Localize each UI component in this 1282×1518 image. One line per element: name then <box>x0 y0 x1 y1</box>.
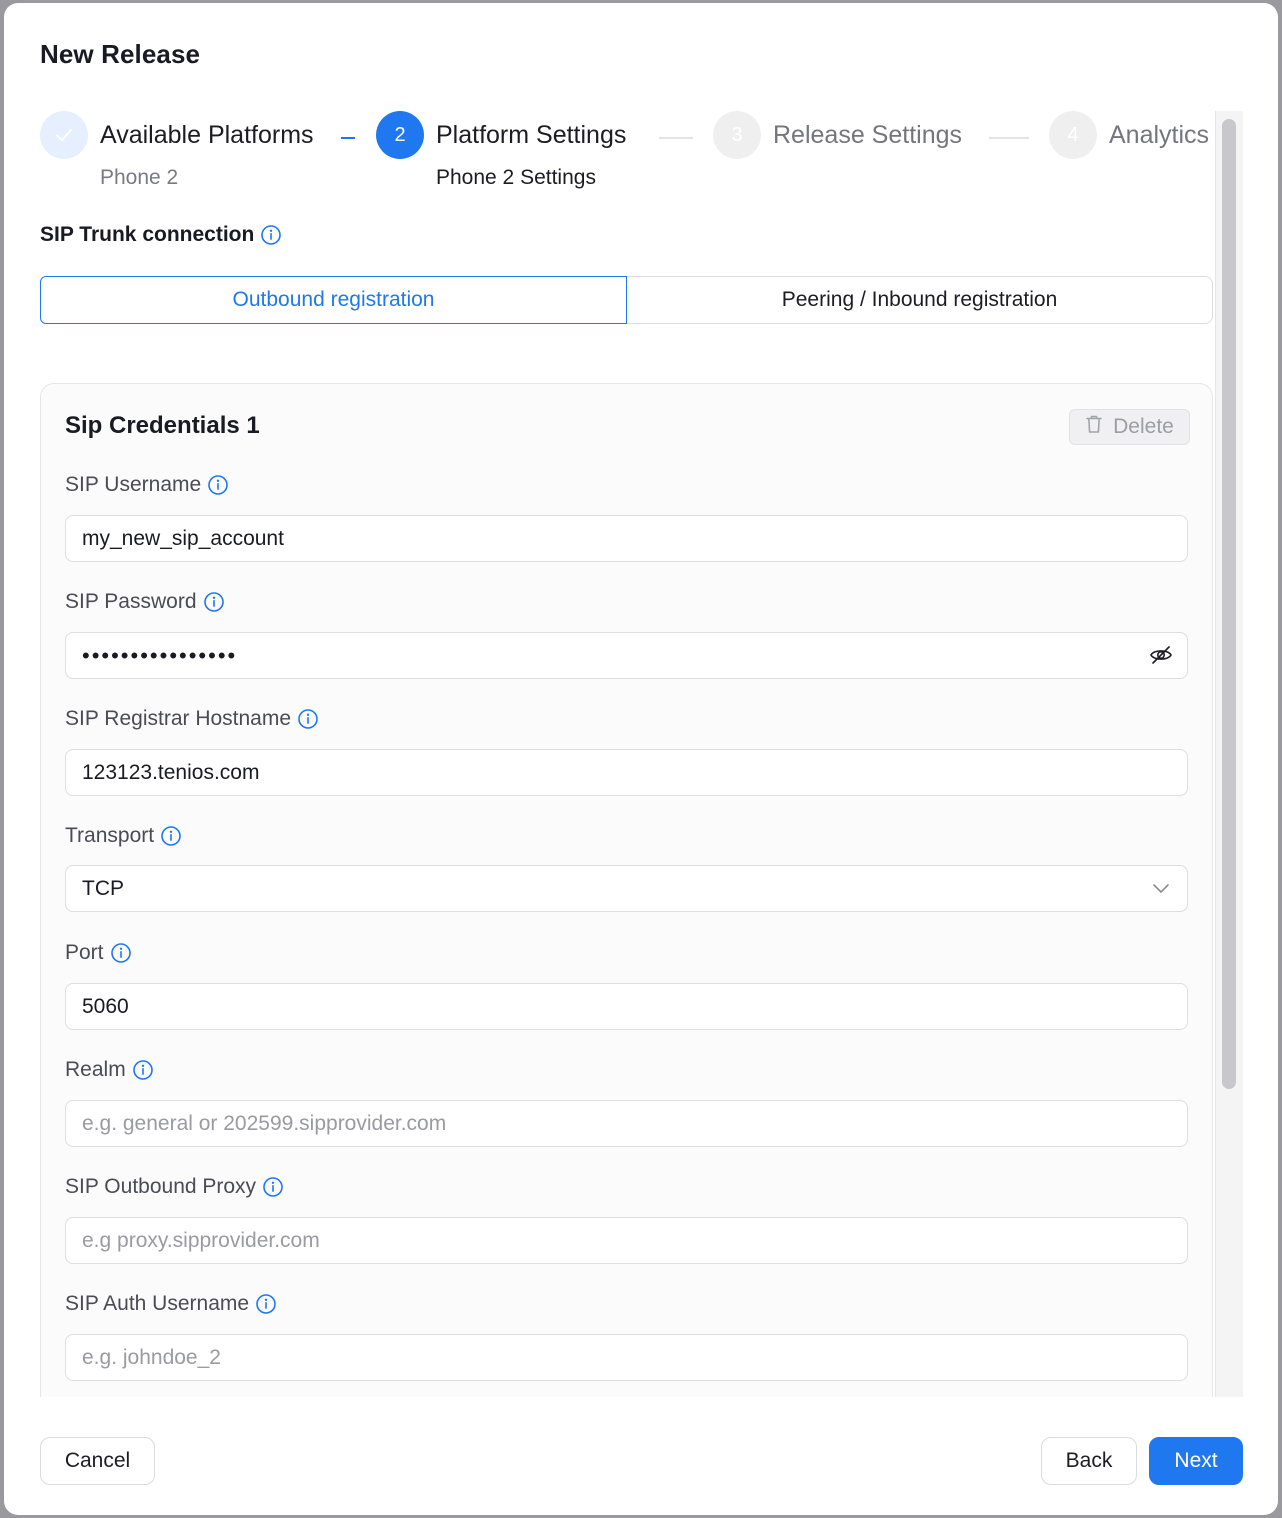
step-connector <box>659 137 693 139</box>
credentials-title: Sip Credentials 1 <box>65 412 260 439</box>
step-connector <box>989 137 1029 139</box>
sip-password-field: •••••••••••••••• <box>65 632 1188 679</box>
sip-trunk-heading: SIP Trunk connection <box>40 223 282 247</box>
step-connector <box>341 137 355 139</box>
info-icon[interactable] <box>110 942 132 964</box>
info-icon[interactable] <box>203 591 225 613</box>
scrollbar-thumb[interactable] <box>1222 119 1236 1089</box>
sip-password-input[interactable]: •••••••••••••••• <box>65 632 1188 679</box>
transport-label: Transport <box>65 824 182 848</box>
outbound-registration-option[interactable]: Outbound registration <box>40 276 627 324</box>
sip-password-label: SIP Password <box>65 590 225 614</box>
outbound-proxy-label: SIP Outbound Proxy <box>65 1175 284 1199</box>
label-text: SIP Outbound Proxy <box>65 1175 257 1198</box>
release-stepper: Available Platforms Phone 2 2 Platform S… <box>40 111 1220 201</box>
realm-label: Realm <box>65 1058 154 1082</box>
next-button[interactable]: Next <box>1149 1437 1243 1485</box>
auth-username-label: SIP Auth Username <box>65 1292 277 1316</box>
label-text: SIP Password <box>65 590 197 613</box>
info-icon[interactable] <box>260 224 282 246</box>
outbound-proxy-input[interactable] <box>65 1217 1188 1264</box>
label-text: SIP Auth Username <box>65 1292 250 1315</box>
chevron-down-icon <box>1148 875 1174 901</box>
label-text: SIP Registrar Hostname <box>65 707 292 730</box>
peering-inbound-option[interactable]: Peering / Inbound registration <box>627 276 1213 324</box>
sip-username-label: SIP Username <box>65 473 229 497</box>
sip-username-input[interactable] <box>65 515 1188 562</box>
step-number: 3 <box>713 111 761 159</box>
realm-input[interactable] <box>65 1100 1188 1147</box>
step-number: 2 <box>376 111 424 159</box>
step-sublabel: Phone 2 Settings <box>436 166 596 189</box>
eye-off-icon[interactable] <box>1148 642 1174 668</box>
info-icon[interactable] <box>132 1059 154 1081</box>
sip-credentials-card: Sip Credentials 1 Delete SIP Username SI… <box>40 383 1213 1397</box>
port-input[interactable] <box>65 983 1188 1030</box>
label-text: SIP Username <box>65 473 202 496</box>
info-icon[interactable] <box>160 825 182 847</box>
step-label: Analytics <box>1109 121 1210 149</box>
port-label: Port <box>65 941 132 965</box>
info-icon[interactable] <box>297 708 319 730</box>
step-number: 4 <box>1049 111 1097 159</box>
sip-trunk-type-toggle: Outbound registration Peering / Inbound … <box>40 276 1213 324</box>
cancel-button[interactable]: Cancel <box>40 1437 155 1485</box>
info-icon[interactable] <box>262 1176 284 1198</box>
auth-username-input[interactable] <box>65 1334 1188 1381</box>
delete-credentials-button[interactable]: Delete <box>1069 409 1190 445</box>
info-icon[interactable] <box>207 474 229 496</box>
label-text: Realm <box>65 1058 126 1081</box>
sip-registrar-input[interactable] <box>65 749 1188 796</box>
trash-icon <box>1085 414 1103 440</box>
delete-label: Delete <box>1113 415 1174 438</box>
step-label: Release Settings <box>773 121 963 149</box>
transport-select[interactable]: TCP <box>65 865 1188 912</box>
step-complete-check-icon <box>40 111 88 159</box>
dialog-scroll-area[interactable]: Available Platforms Phone 2 2 Platform S… <box>4 111 1278 1397</box>
sip-trunk-heading-text: SIP Trunk connection <box>40 223 255 246</box>
label-text: Port <box>65 941 104 964</box>
step-sublabel: Phone 2 <box>100 166 179 189</box>
label-text: Transport <box>65 824 155 847</box>
back-button[interactable]: Back <box>1041 1437 1137 1485</box>
info-icon[interactable] <box>255 1293 277 1315</box>
step-label: Platform Settings <box>436 121 627 149</box>
sip-registrar-label: SIP Registrar Hostname <box>65 707 319 731</box>
new-release-dialog: New Release Available Platforms Phone 2 … <box>4 3 1278 1515</box>
dialog-title: New Release <box>40 39 201 69</box>
transport-selected-value: TCP <box>65 865 1188 912</box>
step-label: Available Platforms <box>100 121 314 149</box>
